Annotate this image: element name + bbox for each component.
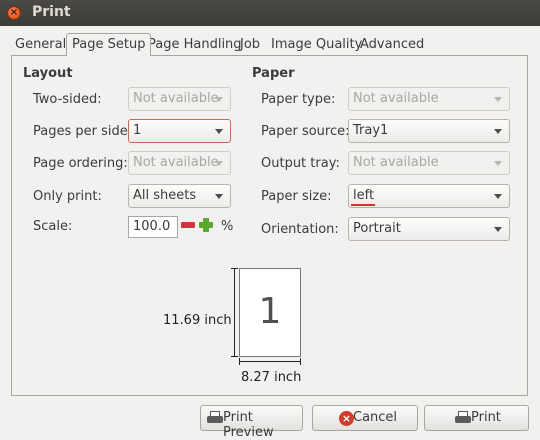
printer-icon <box>207 411 223 425</box>
pages-per-side-label: Pages per side: <box>33 124 133 139</box>
chevron-down-icon <box>494 97 502 102</box>
width-dimension-cap-right <box>300 358 301 365</box>
paper-heading: Paper <box>252 66 295 81</box>
printer-icon <box>455 411 471 425</box>
chevron-down-icon <box>494 194 502 199</box>
pages-per-side-value: 1 <box>133 123 142 138</box>
two-sided-label: Two-sided: <box>33 92 102 107</box>
paper-source-select[interactable]: Tray1 <box>348 119 510 143</box>
only-print-select[interactable]: All sheets <box>128 184 231 208</box>
width-dimension-cap-left <box>239 358 240 365</box>
chevron-down-icon <box>215 194 223 199</box>
page-ordering-value: Not available <box>133 155 219 170</box>
minus-icon[interactable] <box>180 217 196 233</box>
plus-icon[interactable] <box>198 217 214 233</box>
chevron-down-icon <box>215 97 223 102</box>
height-dimension-cap-top <box>231 268 238 269</box>
window-title: Print <box>32 4 71 20</box>
print-label: Print <box>471 410 501 425</box>
tab-general[interactable]: General <box>10 35 71 55</box>
scale-input[interactable]: 100.0 <box>128 216 178 238</box>
page-preview-number: 1 <box>258 291 282 332</box>
paper-size-select[interactable]: left <box>348 184 510 208</box>
paper-type-value: Not available <box>353 91 439 106</box>
only-print-value: All sheets <box>133 188 197 203</box>
tab-page-setup[interactable]: Page Setup <box>66 33 152 56</box>
print-button[interactable]: Print <box>424 405 529 431</box>
paper-source-label: Paper source: <box>261 124 350 139</box>
paper-size-label: Paper size: <box>261 189 332 204</box>
cancel-button[interactable]: × Cancel <box>312 405 418 431</box>
height-dimension-cap-bottom <box>231 356 238 357</box>
chevron-down-icon <box>494 129 502 134</box>
print-dialog: × Print General Page Setup Page Handling… <box>0 0 540 440</box>
output-tray-label: Output tray: <box>261 156 340 171</box>
two-sided-select: Not available <box>128 87 231 111</box>
paper-type-label: Paper type: <box>261 92 336 107</box>
close-button[interactable]: × <box>7 6 21 20</box>
tab-page-handling[interactable]: Page Handling <box>143 35 247 55</box>
scale-unit: % <box>221 219 234 234</box>
orientation-value: Portrait <box>353 221 401 236</box>
scale-label: Scale: <box>33 219 73 234</box>
two-sided-value: Not available <box>133 91 219 106</box>
only-print-label: Only print: <box>33 189 102 204</box>
layout-heading: Layout <box>23 66 73 81</box>
paper-size-value: left <box>353 188 375 203</box>
close-icon: × <box>9 7 19 18</box>
width-dimension-line <box>239 361 301 362</box>
spelling-error-underline <box>351 204 375 206</box>
height-dimension-line <box>234 268 235 357</box>
chevron-down-icon <box>215 161 223 166</box>
tab-advanced[interactable]: Advanced <box>355 35 429 55</box>
paper-source-value: Tray1 <box>353 123 389 138</box>
page-ordering-select: Not available <box>128 151 231 175</box>
tab-job[interactable]: Job <box>235 35 265 55</box>
chevron-down-icon <box>494 227 502 232</box>
page-ordering-label: Page ordering: <box>33 156 128 171</box>
title-bar: × Print <box>0 0 540 26</box>
tab-image-quality[interactable]: Image Quality <box>266 35 367 55</box>
page-preview: 1 <box>239 268 301 357</box>
orientation-select[interactable]: Portrait <box>348 217 510 241</box>
chevron-down-icon <box>215 129 223 134</box>
output-tray-value: Not available <box>353 155 439 170</box>
orientation-label: Orientation: <box>261 222 339 237</box>
paper-type-select: Not available <box>348 87 510 111</box>
cancel-icon: × <box>339 411 354 426</box>
print-preview-label: Print Preview <box>223 410 274 440</box>
scale-value: 100.0 <box>133 219 171 234</box>
page-width-label: 8.27 inch <box>241 370 302 385</box>
output-tray-select: Not available <box>348 151 510 175</box>
chevron-down-icon <box>494 161 502 166</box>
pages-per-side-select[interactable]: 1 <box>128 119 231 143</box>
page-height-label: 11.69 inch <box>163 313 232 328</box>
print-preview-button[interactable]: Print Preview <box>200 405 303 440</box>
cancel-label: Cancel <box>353 410 398 425</box>
